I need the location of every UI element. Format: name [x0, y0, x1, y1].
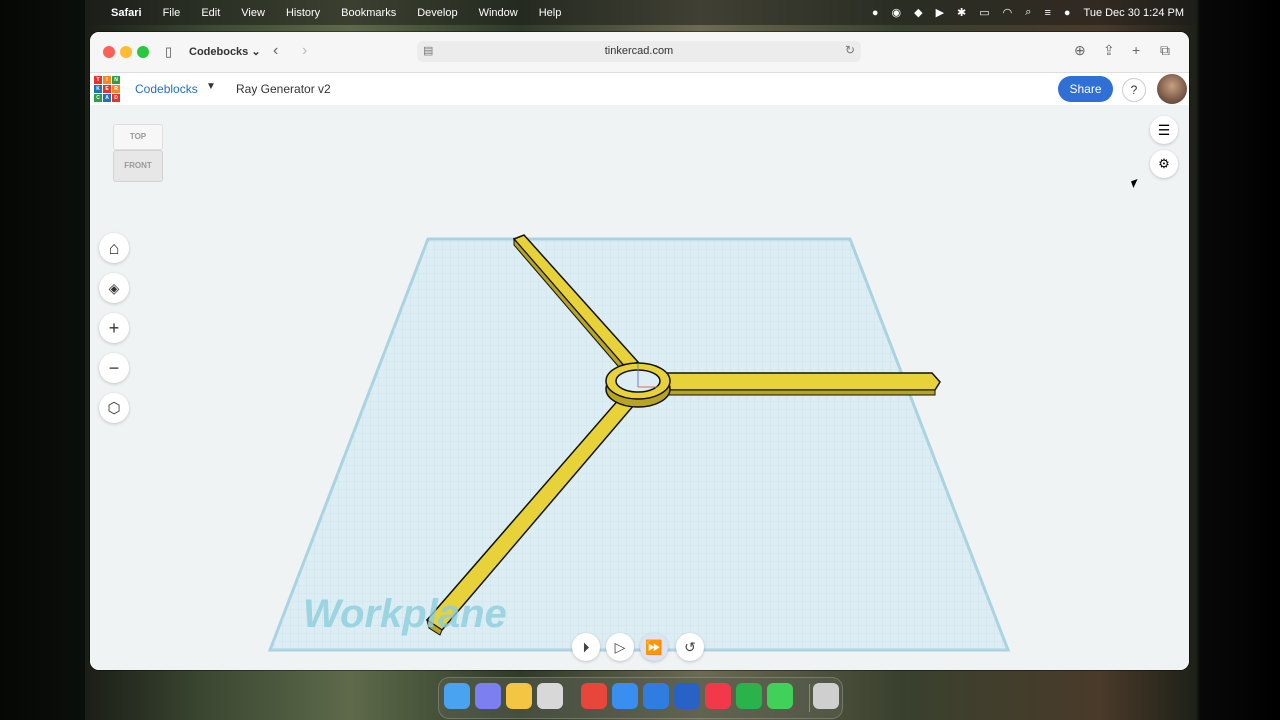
- scene-svg: [267, 234, 1011, 652]
- blocks-panel-icon: ☰: [1157, 121, 1171, 138]
- downloads-icon[interactable]: ⊕: [1074, 42, 1086, 59]
- view-cube[interactable]: TOP FRONT: [113, 124, 163, 184]
- fast-forward-button[interactable]: ⏩: [640, 633, 668, 661]
- finder-icon[interactable]: [444, 683, 470, 709]
- reload-icon[interactable]: ↻: [845, 43, 855, 57]
- share-sheet-icon[interactable]: ⇪: [1103, 42, 1115, 59]
- menubar-clock[interactable]: Tue Dec 30 1:24 PM: [1084, 7, 1184, 19]
- outlook-icon[interactable]: [674, 683, 700, 709]
- wifi-icon[interactable]: ◠: [1003, 6, 1013, 19]
- zoom-out-icon: −: [108, 357, 120, 378]
- logo-letter: C: [94, 94, 102, 102]
- back-icon[interactable]: ‹: [273, 42, 278, 60]
- zoom-window-button[interactable]: [137, 46, 149, 58]
- tinkercad-header: T I N K E R C A D Codeblocks ▼ Ray Gener…: [90, 73, 1189, 105]
- numbers-icon[interactable]: [736, 683, 762, 709]
- drop-icon[interactable]: ◆: [914, 6, 922, 19]
- address-bar[interactable]: ▤ tinkercad.com ↻: [417, 41, 861, 62]
- logo-letter: E: [103, 85, 111, 93]
- tinkercad-logo[interactable]: T I N K E R C A D: [94, 76, 120, 102]
- search-icon[interactable]: ⌕: [1025, 6, 1031, 19]
- mail-icon[interactable]: [643, 683, 669, 709]
- workplane-label: Workplane: [303, 592, 507, 636]
- close-window-button[interactable]: [103, 46, 115, 58]
- safari-icon[interactable]: [612, 683, 638, 709]
- logo-letter: R: [112, 85, 120, 93]
- camera-icon[interactable]: ◉: [891, 6, 901, 19]
- sidebar-toggle-icon[interactable]: ▯: [165, 44, 172, 60]
- menu-file[interactable]: File: [163, 7, 181, 19]
- chrome-icon[interactable]: [581, 683, 607, 709]
- settings-button[interactable]: ⚙: [1150, 150, 1178, 178]
- fit-view-icon: ◈: [108, 279, 120, 296]
- perspective-icon: ⬡: [107, 400, 121, 417]
- play-circle-icon[interactable]: ▶: [936, 6, 944, 19]
- step-button[interactable]: ⏵: [572, 633, 600, 661]
- forward-icon[interactable]: ›: [302, 42, 307, 60]
- zoom-out-button[interactable]: −: [99, 353, 129, 383]
- reset-icon: ↺: [684, 638, 696, 655]
- bluetooth-icon[interactable]: ✱: [957, 6, 966, 19]
- play-button[interactable]: ▷: [606, 633, 634, 661]
- menu-history[interactable]: History: [286, 7, 320, 19]
- logo-letter: I: [103, 76, 111, 84]
- share-button[interactable]: Share: [1058, 76, 1113, 102]
- macos-dock: [438, 677, 843, 719]
- arm-right: [663, 372, 941, 391]
- siri-icon[interactable]: ●: [1064, 7, 1071, 19]
- control-center-icon[interactable]: ≡: [1044, 7, 1050, 19]
- home-view-button[interactable]: ⌂: [99, 233, 129, 263]
- logo-letter: N: [112, 76, 120, 84]
- perspective-button[interactable]: ⬡: [99, 393, 129, 423]
- zoom-in-icon: +: [108, 317, 120, 338]
- design-title[interactable]: Ray Generator v2: [236, 82, 331, 96]
- minimize-window-button[interactable]: [120, 46, 132, 58]
- menu-edit[interactable]: Edit: [201, 7, 220, 19]
- url-text: tinkercad.com: [604, 45, 674, 57]
- trash-icon[interactable]: [813, 683, 839, 709]
- safari-window: ▯ Codebocks ⌄ ‹ › ▤ tinkercad.com ↻ ⊕ ⇪ …: [90, 32, 1189, 670]
- fit-view-button[interactable]: ◈: [99, 273, 129, 303]
- settings-sliders-icon: ⚙: [1158, 156, 1170, 171]
- battery-icon[interactable]: ▭: [979, 6, 989, 19]
- breadcrumb-caret-icon[interactable]: ▼: [206, 81, 216, 92]
- menu-bookmarks[interactable]: Bookmarks: [341, 7, 396, 19]
- menu-view[interactable]: View: [241, 7, 265, 19]
- avatar[interactable]: [1157, 74, 1187, 104]
- logo-letter: A: [103, 94, 111, 102]
- browser-toolbar: ▯ Codebocks ⌄ ‹ › ▤ tinkercad.com ↻ ⊕ ⇪ …: [90, 32, 1189, 73]
- music-icon[interactable]: [705, 683, 731, 709]
- breadcrumb-codeblocks[interactable]: Codeblocks: [135, 82, 198, 96]
- menu-app-name[interactable]: Safari: [111, 7, 142, 19]
- record-icon[interactable]: ●: [872, 7, 879, 19]
- fast-forward-icon: ⏩: [645, 638, 663, 655]
- logo-letter: K: [94, 85, 102, 93]
- reset-button[interactable]: ↺: [676, 633, 704, 661]
- help-button[interactable]: ?: [1122, 78, 1146, 102]
- menu-develop[interactable]: Develop: [417, 7, 457, 19]
- home-icon: ⌂: [108, 237, 120, 258]
- photos-icon[interactable]: [506, 683, 532, 709]
- new-tab-icon[interactable]: +: [1132, 42, 1140, 58]
- viewcube-front[interactable]: FRONT: [113, 150, 163, 182]
- tab-group-selector[interactable]: Codebocks ⌄: [189, 45, 261, 58]
- zoom-in-button[interactable]: +: [99, 313, 129, 343]
- logo-letter: T: [94, 76, 102, 84]
- 3d-viewport[interactable]: Workplane TOP FRONT ⌂ ◈ + − ⬡ ☰ ⚙ ⏵ ▷ ⏩ …: [90, 105, 1189, 670]
- step-icon: ⏵: [582, 638, 590, 655]
- launchpad-icon[interactable]: [475, 683, 501, 709]
- dock-separator: [809, 684, 810, 712]
- play-icon: ▷: [614, 638, 626, 655]
- viewcube-top[interactable]: TOP: [113, 124, 163, 150]
- notes-icon[interactable]: [537, 683, 563, 709]
- logo-letter: D: [112, 94, 120, 102]
- menu-help[interactable]: Help: [539, 7, 562, 19]
- blocks-panel-button[interactable]: ☰: [1150, 116, 1178, 144]
- tab-overview-icon[interactable]: ⧉: [1160, 42, 1170, 59]
- tab-group-label: Codebocks: [189, 46, 249, 58]
- macos-menubar: Safari File Edit View History Bookmarks …: [85, 0, 1196, 25]
- messages-icon[interactable]: [767, 683, 793, 709]
- menu-window[interactable]: Window: [479, 7, 518, 19]
